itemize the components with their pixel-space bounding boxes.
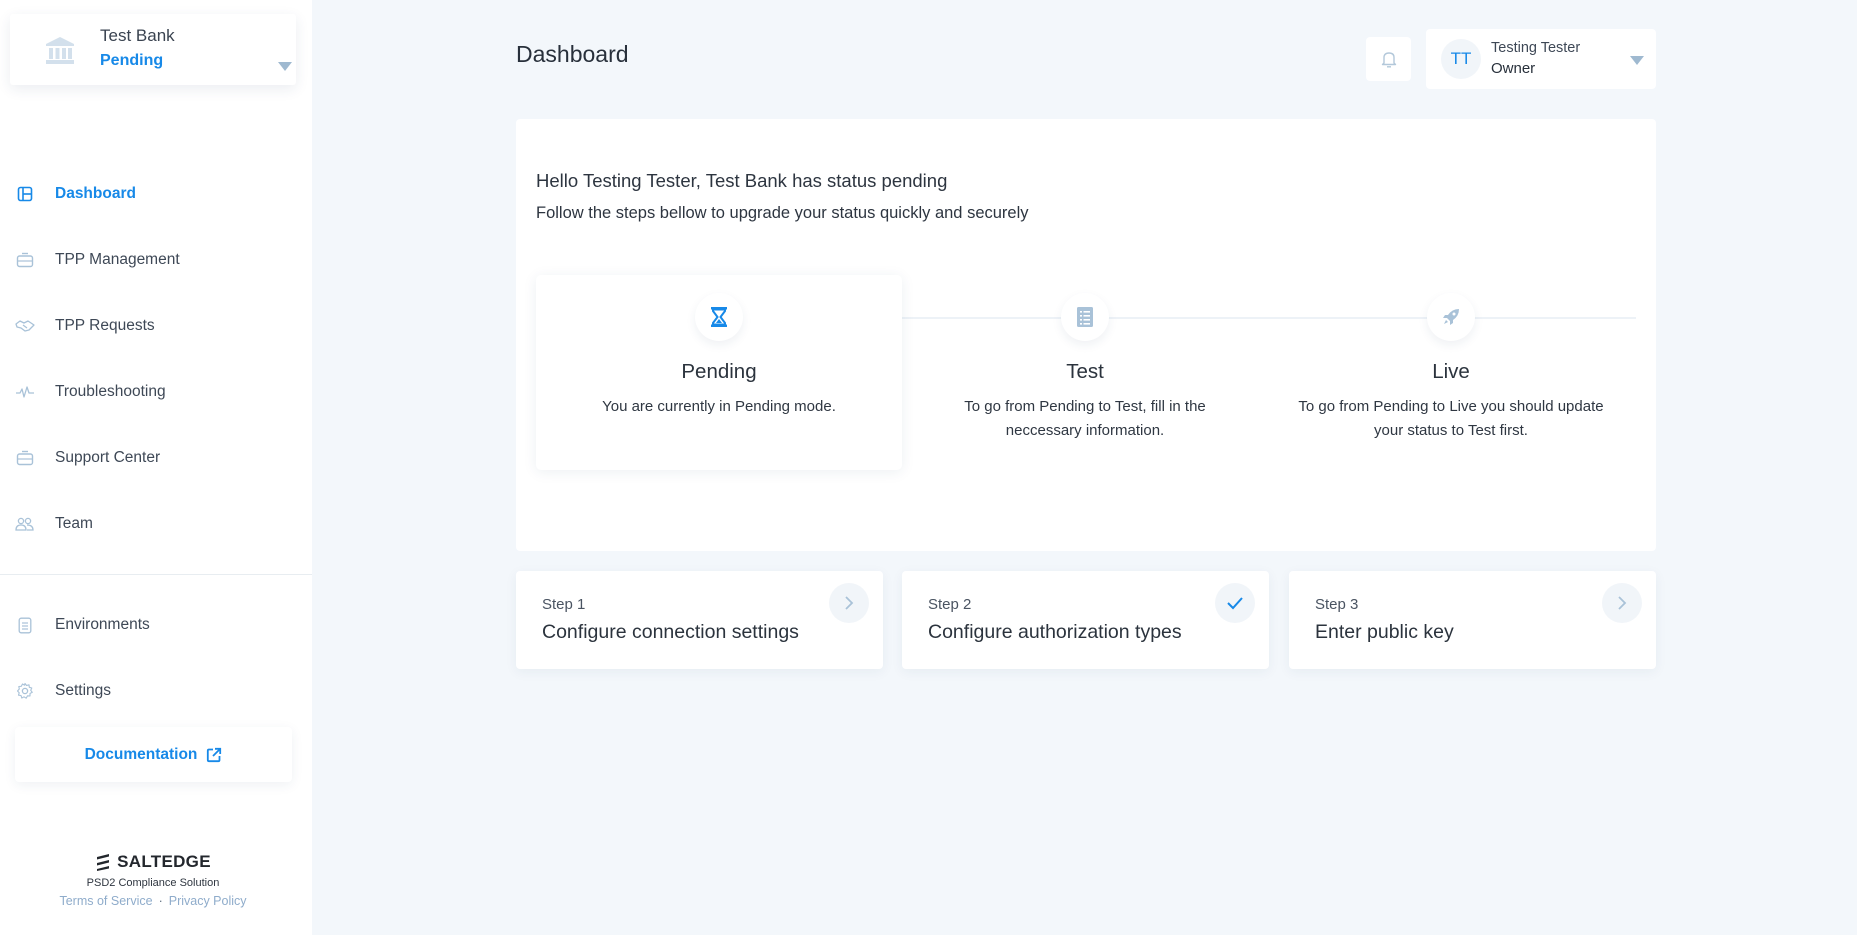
chevron-right-icon[interactable] (829, 583, 869, 623)
step-title: Configure authorization types (928, 621, 1182, 643)
stage-description: To go from Pending to Test, fill in the … (964, 398, 1206, 439)
sidebar-item-team[interactable]: Team (0, 491, 312, 557)
step-card-3[interactable]: Step 3 Enter public key (1289, 571, 1656, 669)
briefcase-icon (15, 448, 35, 468)
stage-description: You are currently in Pending mode. (602, 398, 836, 415)
saltedge-logo-icon (97, 854, 110, 871)
step-card-2[interactable]: Step 2 Configure authorization types (902, 571, 1269, 669)
sidebar-item-environments[interactable]: Environments (0, 592, 312, 658)
sidebar-item-troubleshooting[interactable]: Troubleshooting (0, 359, 312, 425)
gear-icon (15, 681, 35, 701)
greeting-text: Hello Testing Tester, Test Bank has stat… (536, 170, 948, 191)
organization-switcher[interactable]: Test Bank Pending (10, 14, 296, 85)
sidebar-item-label: Dashboard (55, 185, 136, 202)
check-icon[interactable] (1215, 583, 1255, 623)
stage-title: Live (1432, 360, 1470, 383)
caret-down-icon (278, 62, 292, 71)
stage-live: Live To go from Pending to Live you shou… (1268, 275, 1634, 470)
chevron-right-icon[interactable] (1602, 583, 1642, 623)
sidebar: Test Bank Pending Dashboard TPP Manageme… (0, 0, 312, 935)
caret-down-icon (1630, 56, 1644, 65)
team-icon (15, 514, 35, 534)
documentation-label: Documentation (84, 745, 198, 763)
avatar: TT (1441, 39, 1481, 79)
brand-name: SALTEDGE (117, 852, 211, 871)
documentation-link[interactable]: Documentation (15, 727, 292, 782)
hourglass-icon (695, 293, 743, 341)
stage-test: Test To go from Pending to Test, fill in… (902, 275, 1268, 470)
step-card-1[interactable]: Step 1 Configure connection settings (516, 571, 883, 669)
notifications-button[interactable] (1366, 37, 1411, 81)
dashboard-icon (15, 184, 35, 204)
page-title: Dashboard (516, 41, 629, 67)
sidebar-item-settings[interactable]: Settings (0, 658, 312, 724)
rocket-icon (1427, 293, 1475, 341)
sidebar-item-label: Environments (55, 616, 150, 633)
step-number: Step 1 (542, 596, 586, 613)
main-nav: Dashboard TPP Management TPP Requests Tr… (0, 161, 312, 557)
external-link-icon (207, 747, 222, 762)
document-icon (15, 615, 35, 635)
sidebar-item-label: Team (55, 515, 93, 532)
stage-title: Test (1066, 360, 1104, 383)
sidebar-item-label: TPP Requests (55, 317, 155, 334)
secondary-nav: Environments Settings (0, 592, 312, 724)
sidebar-item-support-center[interactable]: Support Center (0, 425, 312, 491)
handshake-icon (15, 316, 35, 336)
step-title: Configure connection settings (542, 621, 799, 643)
step-title: Enter public key (1315, 621, 1454, 643)
sidebar-item-label: Troubleshooting (55, 383, 166, 400)
sidebar-item-tpp-requests[interactable]: TPP Requests (0, 293, 312, 359)
sidebar-item-label: Settings (55, 682, 112, 699)
brand-footer: SALTEDGE PSD2 Compliance Solution Terms … (0, 852, 306, 908)
brand-tagline: PSD2 Compliance Solution (86, 877, 220, 889)
pulse-icon (15, 382, 35, 402)
bank-icon (46, 37, 74, 64)
user-name: Testing Tester (1491, 40, 1581, 56)
step-number: Step 3 (1315, 596, 1359, 613)
bell-icon (1381, 52, 1396, 68)
briefcase-icon (15, 250, 35, 270)
saltedge-logo: SALTEDGE (0, 852, 306, 872)
stage-description: To go from Pending to Live you should up… (1298, 398, 1604, 439)
organization-status: Pending (100, 52, 164, 69)
nav-divider (0, 574, 312, 575)
user-menu[interactable]: TT Testing Tester Owner (1426, 29, 1656, 89)
sidebar-item-dashboard[interactable]: Dashboard (0, 161, 312, 227)
stage-pending: Pending You are currently in Pending mod… (536, 275, 902, 470)
user-role: Owner (1491, 60, 1536, 77)
sidebar-item-label: TPP Management (55, 251, 180, 268)
status-panel: Hello Testing Tester, Test Bank has stat… (516, 119, 1656, 551)
step-number: Step 2 (928, 596, 972, 613)
greeting-subtitle: Follow the steps bellow to upgrade your … (536, 204, 1029, 222)
sidebar-item-label: Support Center (55, 449, 161, 466)
list-icon (1061, 293, 1109, 341)
terms-of-service-link[interactable]: Terms of Service (59, 894, 152, 908)
privacy-policy-link[interactable]: Privacy Policy (169, 894, 247, 908)
separator: · (158, 894, 163, 908)
sidebar-item-tpp-management[interactable]: TPP Management (0, 227, 312, 293)
organization-name: Test Bank (100, 26, 175, 45)
stage-title: Pending (681, 360, 757, 383)
